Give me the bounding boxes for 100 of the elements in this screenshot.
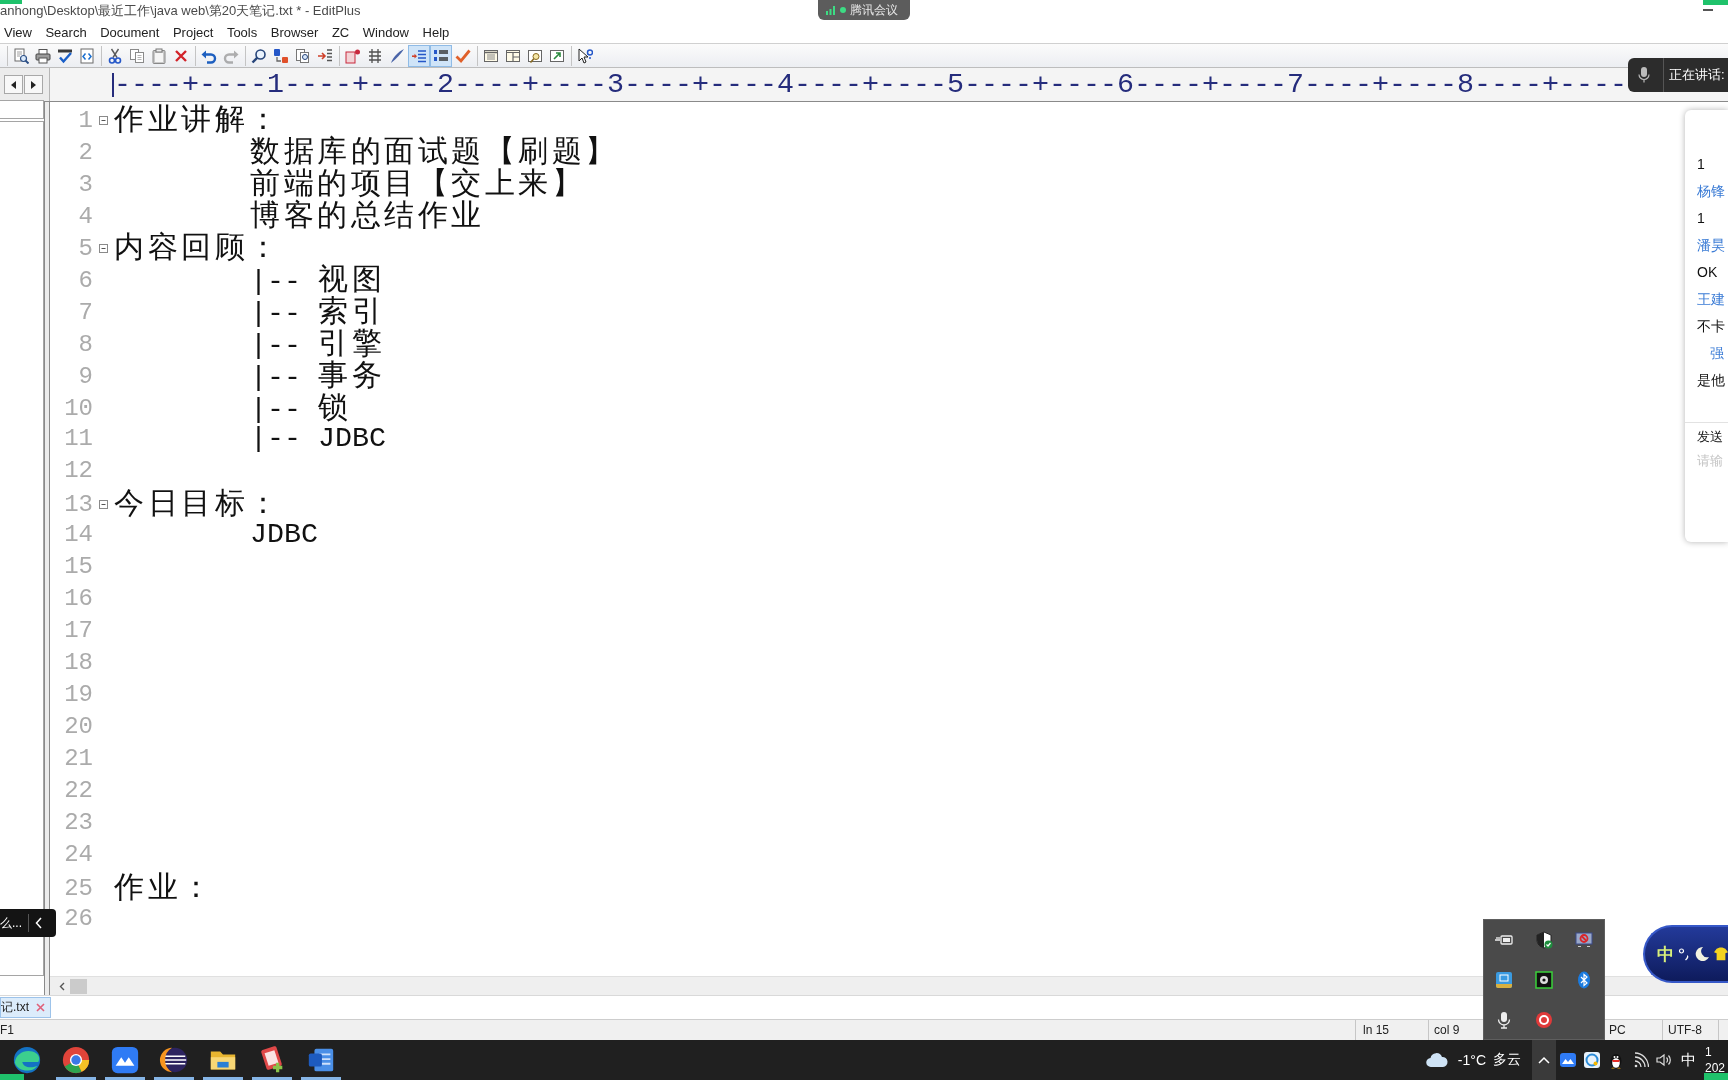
monitor-blocked-icon[interactable]: [1574, 930, 1594, 950]
shirt-icon[interactable]: [1714, 947, 1728, 961]
clock-time[interactable]: 1: [1705, 1044, 1712, 1060]
hash-grid-icon: [367, 47, 383, 64]
scrollbar-thumb[interactable]: [70, 978, 87, 994]
menu-item[interactable]: Search: [45, 25, 87, 40]
numbered-lines-button[interactable]: [430, 44, 452, 67]
ring-tile-icon[interactable]: [1534, 970, 1554, 990]
striped-sphere-icon: [159, 1045, 189, 1075]
split-window-icon: [505, 47, 521, 64]
temperature[interactable]: -1°C: [1457, 1052, 1486, 1068]
cloud-icon[interactable]: [1425, 1052, 1448, 1068]
input-mode[interactable]: 中: [1657, 942, 1674, 966]
segmented-circle-icon: [61, 1045, 91, 1075]
clock-date[interactable]: 202: [1705, 1060, 1726, 1076]
minus-box-icon[interactable]: [99, 116, 108, 125]
line-number: 6: [78, 266, 93, 295]
directory-field[interactable]: [0, 100, 44, 119]
volume-icon[interactable]: [1655, 1051, 1673, 1069]
encoding: UTF-8: [1668, 1023, 1702, 1037]
line-number: 10: [64, 394, 93, 423]
line-number: 2: [78, 138, 93, 167]
search-icon: [251, 47, 267, 64]
minus-box-icon[interactable]: [99, 244, 108, 253]
list-window-icon: [483, 47, 499, 64]
status-dot-icon: [840, 7, 846, 13]
collapsed-panel-tab[interactable]: 么...: [0, 909, 56, 937]
line-number: 24: [64, 841, 93, 869]
indented-lines-button[interactable]: [408, 44, 430, 67]
line-number: 8: [78, 330, 93, 359]
menu-item[interactable]: Browser: [270, 25, 319, 40]
chat-message: 1: [1697, 155, 1705, 174]
shield-check-icon[interactable]: [1534, 930, 1554, 950]
menu-item[interactable]: Window: [362, 25, 409, 40]
chat-message: 不卡: [1697, 317, 1725, 336]
quill-icon: [389, 47, 405, 64]
printer-icon: [35, 47, 51, 64]
spellcheck-icon: [57, 47, 73, 64]
cross-icon: [173, 47, 189, 64]
close-icon[interactable]: [36, 1003, 45, 1012]
line-text: 作业：: [114, 871, 215, 906]
line-number: 9: [78, 362, 93, 391]
share-frame-mark: [0, 1074, 24, 1080]
line-number: 5: [78, 234, 93, 263]
line-number: 15: [64, 553, 93, 581]
menu-item[interactable]: Help: [422, 25, 450, 40]
line-text: 内容回顾：: [114, 231, 282, 266]
line-text: |-- 事务: [250, 359, 385, 394]
help-cursor-icon: [577, 47, 593, 64]
scroll-left-button[interactable]: [4, 75, 23, 94]
line-text: |-- 锁: [250, 391, 352, 426]
line-number: 11: [64, 425, 93, 453]
line-text: 今日目标：: [114, 487, 282, 522]
line-number: 4: [78, 202, 93, 231]
ring-tile-icon[interactable]: [1583, 1051, 1601, 1069]
document-tab[interactable]: 记.txt: [0, 997, 51, 1018]
send-to-label[interactable]: 发送: [1697, 425, 1723, 449]
copy-icon: [129, 47, 145, 64]
line-number: 13: [64, 490, 93, 519]
clipboard-icon: [151, 47, 167, 64]
line-number: 20: [64, 713, 93, 741]
speaking-label: 正在讲话:: [1669, 66, 1725, 84]
microphone-icon: [1638, 66, 1650, 84]
line-text: |-- JDBC: [250, 423, 386, 455]
menu-item[interactable]: Project: [172, 25, 214, 40]
line-number: 21: [64, 745, 93, 773]
moon-icon[interactable]: [1694, 946, 1710, 962]
sender-name: 强: [1710, 344, 1724, 363]
app-tile-icon[interactable]: [1494, 970, 1514, 990]
window-search-icon: [527, 47, 543, 64]
mountain-tile-icon[interactable]: [1559, 1051, 1577, 1069]
line-number: 14: [64, 521, 93, 549]
menu-item[interactable]: Document: [100, 25, 160, 40]
menu-item[interactable]: Tools: [226, 25, 258, 40]
line-number: 7: [78, 298, 93, 327]
line-number: 16: [64, 585, 93, 613]
chat-message: 是他: [1697, 371, 1725, 390]
line-number: 22: [64, 777, 93, 805]
minus-box-icon[interactable]: [99, 500, 108, 509]
window-title: anhong\Desktop\最近工作\java web\第20天笔记.txt * - EditPlus: [0, 2, 361, 20]
record-ring-icon[interactable]: [1534, 1010, 1554, 1030]
horizontal-scrollbar[interactable]: [50, 976, 1728, 995]
line-ending: PC: [1609, 1023, 1626, 1037]
line-number: 18: [64, 649, 93, 677]
goto-line-icon: [317, 47, 333, 64]
scroll-right-button[interactable]: [24, 75, 43, 94]
meeting-tab[interactable]: 腾讯会议: [818, 0, 910, 20]
input-method-indicator[interactable]: 中: [1676, 1050, 1700, 1070]
find-in-files-icon: [295, 47, 311, 64]
line-text: 博客的总结作业: [250, 199, 485, 234]
swatch-icon: [345, 47, 361, 64]
punctuation-icon[interactable]: [1678, 947, 1690, 961]
menu-item[interactable]: View: [4, 25, 32, 40]
print-preview-icon: [13, 47, 29, 64]
swirl-circle-icon: [12, 1045, 42, 1075]
cursor-line: ln 15: [1363, 1023, 1390, 1037]
tray-expand-button[interactable]: [1532, 1040, 1556, 1080]
menu-item[interactable]: ZC: [331, 25, 350, 40]
line-number: 25: [64, 874, 93, 903]
weather-condition[interactable]: 多云: [1493, 1051, 1521, 1069]
